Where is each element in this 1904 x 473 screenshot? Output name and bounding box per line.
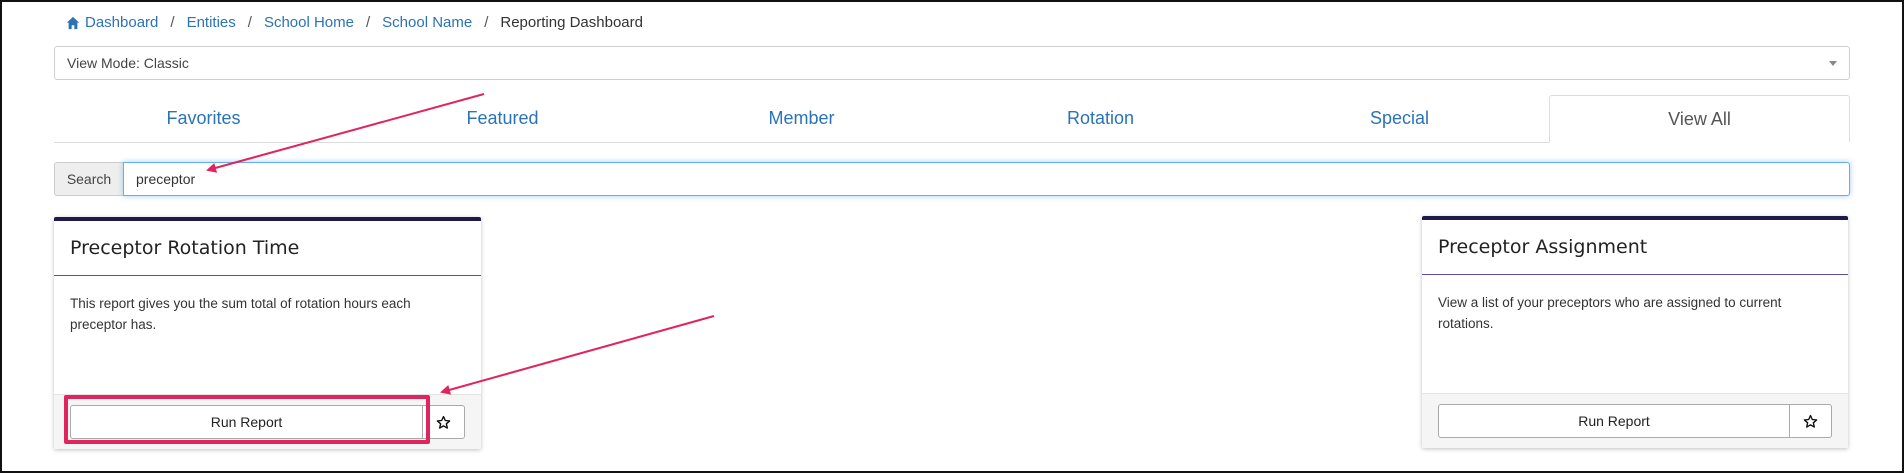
breadcrumb-current: Reporting Dashboard: [500, 13, 643, 31]
card-title: Preceptor Assignment: [1422, 220, 1848, 275]
tab-member[interactable]: Member: [652, 95, 951, 142]
favorite-button[interactable]: [1790, 404, 1832, 438]
card-description: View a list of your preceptors who are a…: [1438, 295, 1782, 331]
tab-rotation[interactable]: Rotation: [951, 95, 1250, 142]
annotation-arrow-run-report: [440, 315, 715, 395]
search-input[interactable]: [123, 162, 1850, 196]
home-icon: [66, 16, 80, 30]
breadcrumb-separator: /: [484, 13, 489, 31]
breadcrumb-separator: /: [170, 13, 175, 31]
report-card-preceptor-rotation-time: Preceptor Rotation Time This report give…: [54, 217, 481, 449]
view-mode-select[interactable]: View Mode: Classic: [54, 46, 1850, 80]
tab-featured[interactable]: Featured: [353, 95, 652, 142]
tab-favorites[interactable]: Favorites: [54, 95, 353, 142]
star-outline-icon: [1803, 414, 1818, 428]
card-footer: Run Report: [54, 394, 481, 449]
star-outline-icon: [436, 415, 451, 429]
tab-view-all[interactable]: View All: [1549, 95, 1850, 143]
run-report-button[interactable]: Run Report: [70, 405, 423, 439]
breadcrumb-school-home[interactable]: School Home: [264, 14, 354, 31]
view-mode-value: View Mode: Classic: [67, 55, 189, 71]
run-report-button[interactable]: Run Report: [1438, 404, 1790, 438]
breadcrumb: Dashboard / Entities / School Home / Sch…: [66, 12, 643, 32]
report-tabs: Favorites Featured Member Rotation Speci…: [54, 95, 1850, 143]
card-description: This report gives you the sum total of r…: [70, 296, 411, 332]
search-group: Search: [54, 162, 1850, 196]
search-label: Search: [54, 162, 123, 196]
tab-special[interactable]: Special: [1250, 95, 1549, 142]
report-card-preceptor-assignment: Preceptor Assignment View a list of your…: [1422, 216, 1848, 448]
card-footer: Run Report: [1422, 393, 1848, 448]
card-title: Preceptor Rotation Time: [54, 221, 481, 276]
breadcrumb-dashboard[interactable]: Dashboard: [85, 14, 158, 31]
favorite-button[interactable]: [423, 405, 465, 439]
breadcrumb-separator: /: [247, 13, 252, 31]
breadcrumb-entities[interactable]: Entities: [187, 14, 236, 31]
breadcrumb-separator: /: [365, 13, 371, 31]
chevron-down-icon: [1829, 61, 1837, 66]
breadcrumb-school-name[interactable]: School Name: [382, 14, 472, 31]
